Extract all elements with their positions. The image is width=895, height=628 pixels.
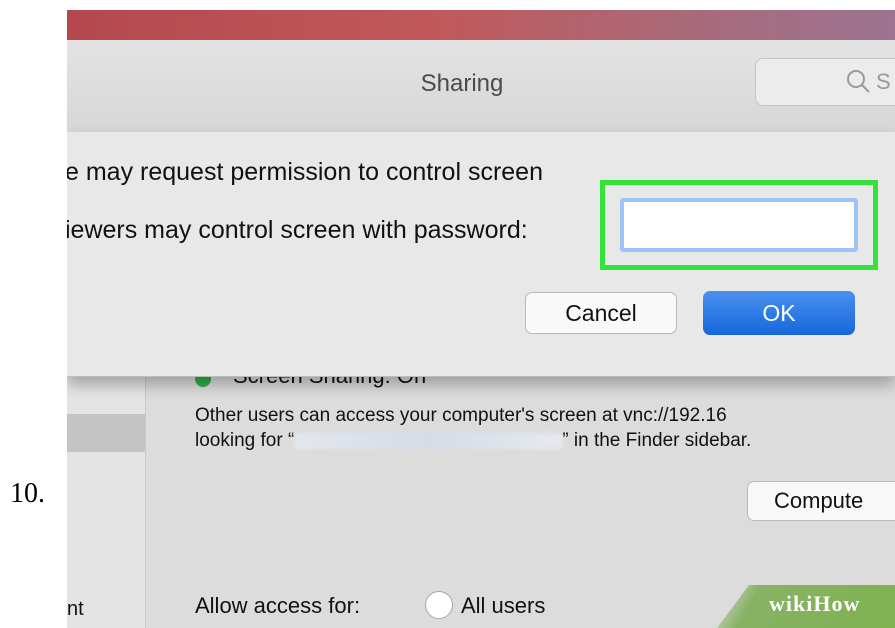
sidebar-item-label[interactable]: nt [67, 598, 84, 621]
request-permission-option[interactable]: e may request permission to control scre… [67, 158, 543, 187]
search-icon [847, 70, 870, 93]
sidebar-selected-row[interactable] [67, 414, 145, 452]
screenshot-frame: Sharing S nt Screen Sharing: On Other us… [67, 10, 895, 628]
status-description-suffix: ” in the Finder sidebar. [562, 430, 752, 451]
computer-settings-sheet: e may request permission to control scre… [67, 132, 895, 377]
computer-settings-button[interactable]: Compute [747, 481, 895, 521]
watermark-text: wikiHow [769, 591, 861, 616]
step-number: 10. [10, 478, 45, 509]
password-input[interactable] [620, 198, 858, 252]
search-placeholder: S [876, 69, 891, 94]
desktop-background [67, 10, 895, 40]
ok-button[interactable]: OK [703, 291, 855, 335]
all-users-radio[interactable] [425, 591, 453, 619]
all-users-label[interactable]: All users [461, 593, 545, 619]
cancel-button[interactable]: Cancel [525, 292, 677, 334]
status-description-prefix: looking for “ [195, 430, 295, 451]
search-field[interactable]: S [755, 58, 895, 106]
allow-access-label: Allow access for: [195, 593, 361, 618]
status-description-line1: Other users can access your computer's s… [195, 405, 727, 426]
status-description: Other users can access your computer's s… [195, 403, 895, 453]
blurred-computer-name [294, 432, 563, 449]
password-option-label[interactable]: iewers may control screen with password: [67, 216, 528, 245]
window-titlebar: Sharing S [67, 40, 895, 133]
